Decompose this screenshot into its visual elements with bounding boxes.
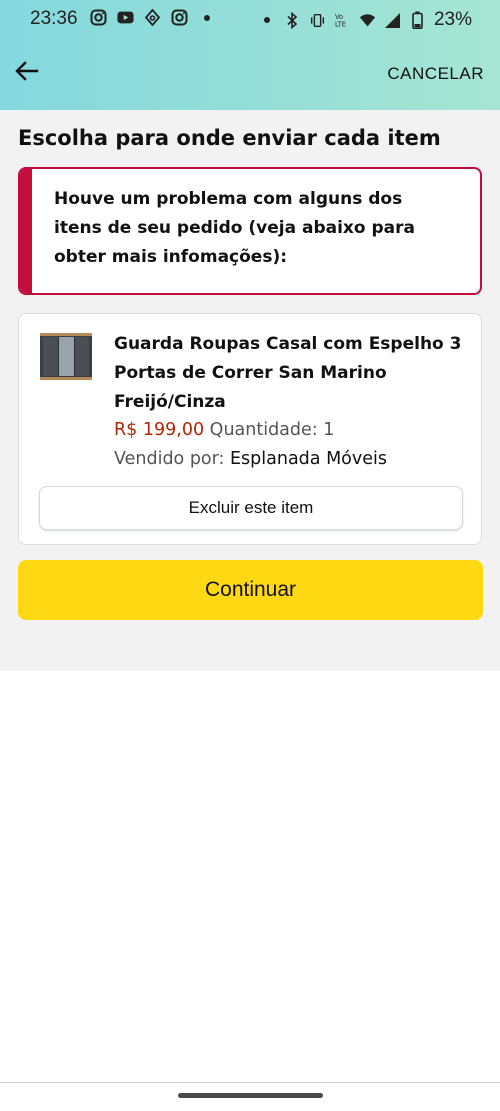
continue-button[interactable]: Continuar (18, 560, 483, 620)
seller-name: Esplanada Móveis (230, 449, 387, 469)
status-bar: 23:36 Vo LTE 23% (0, 0, 500, 38)
price-quantity-line: R$ 199,00 Quantidade: 1 (114, 416, 334, 445)
system-icons: Vo LTE 23% (259, 9, 472, 31)
error-alert: Houve um problema com alguns dos itens d… (18, 167, 482, 295)
instagram-icon (90, 9, 107, 26)
cart-item-card: Guarda Roupas Casal com Espelho 3 Portas… (18, 313, 482, 545)
back-button[interactable] (12, 58, 42, 88)
notification-icons (90, 9, 215, 26)
bluetooth-icon (284, 11, 301, 29)
wifi-icon (359, 12, 376, 29)
product-price: R$ 199,00 (114, 420, 205, 440)
volte-icon: Vo LTE (334, 12, 351, 29)
home-indicator[interactable] (178, 1093, 323, 1098)
svg-text:LTE: LTE (335, 20, 346, 28)
status-time: 23:36 (30, 8, 78, 29)
alert-message: Houve um problema com alguns dos itens d… (54, 189, 415, 267)
dot-icon (259, 12, 276, 29)
page-title: Escolha para onde enviar cada item (18, 126, 441, 150)
product-quantity: Quantidade: 1 (209, 420, 335, 440)
arrow-left-icon (15, 61, 39, 85)
product-thumbnail[interactable] (39, 330, 93, 382)
location-icon (144, 9, 161, 26)
battery-icon (409, 11, 426, 29)
product-title[interactable]: Guarda Roupas Casal com Espelho 3 Portas… (114, 330, 469, 417)
youtube-icon (117, 9, 134, 26)
instagram-icon (171, 9, 188, 26)
battery-percentage: 23% (433, 9, 472, 30)
nav-divider (0, 1082, 500, 1083)
checkout-content: Escolha para onde enviar cada item Houve… (0, 110, 500, 671)
alert-accent-bar (20, 169, 32, 293)
sold-by-label: Vendido por: (114, 449, 225, 469)
cancel-button[interactable]: CANCELAR (387, 64, 484, 84)
seller-line: Vendido por: Esplanada Móveis (114, 445, 387, 474)
delete-item-button[interactable]: Excluir este item (39, 486, 463, 530)
vibrate-icon (309, 12, 326, 29)
signal-icon (384, 12, 401, 29)
dot-icon (198, 9, 215, 26)
